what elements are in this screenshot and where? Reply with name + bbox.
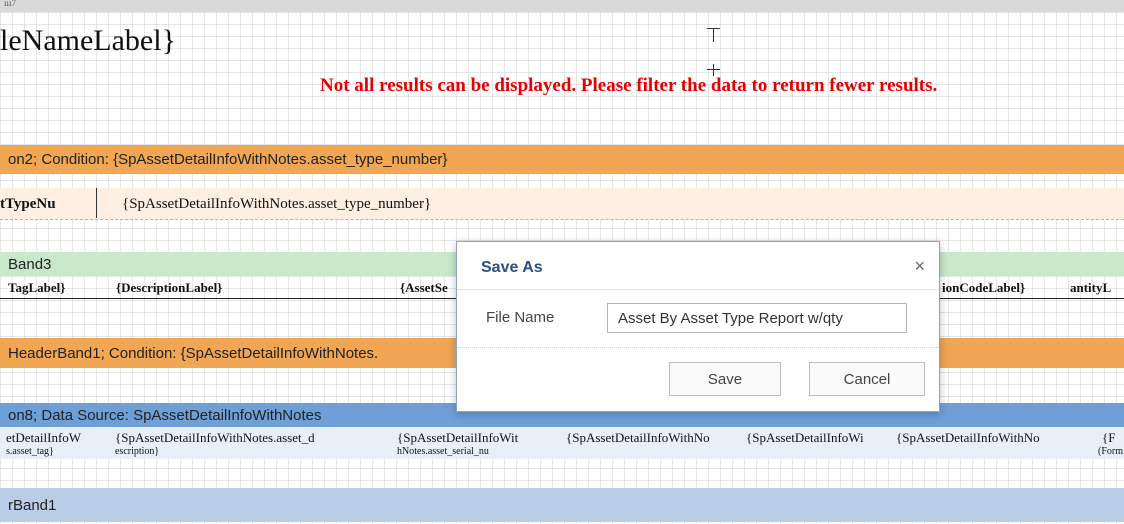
data-cell[interactable]: {SpAssetDetailInfoWi (746, 430, 894, 446)
dialog-title: Save As (481, 259, 543, 276)
file-name-input[interactable] (607, 303, 907, 333)
text-cursor-marker-bar (707, 69, 720, 70)
column-header[interactable]: ionCodeLabel} (942, 280, 1052, 296)
column-header[interactable]: {DescriptionLabel} (116, 280, 376, 296)
data-cell-sub: (Form (1098, 446, 1123, 457)
band-label: on2; Condition: {SpAssetDetailInfoWithNo… (8, 151, 448, 168)
band-label: rBand1 (8, 496, 57, 514)
band-label: Band3 (8, 255, 52, 273)
dialog-divider (457, 289, 939, 290)
results-warning: Not all results can be displayed. Please… (320, 75, 938, 96)
group-row-value[interactable]: {SpAssetDetailInfoWithNotes.asset_type_n… (122, 196, 431, 213)
report-ruler-bar: ııı7 (0, 0, 1124, 12)
band-label: on8; Data Source: SpAssetDetailInfoWithN… (8, 406, 322, 424)
data-cell[interactable]: etDetailInfoW (6, 430, 110, 446)
data-cell[interactable]: {SpAssetDetailInfoWithNo (566, 430, 748, 446)
group-row-label[interactable]: tTypeNu (0, 196, 56, 213)
data-cell[interactable]: {SpAssetDetailInfoWithNotes.asset_d (115, 430, 385, 446)
data-cell[interactable]: {SpAssetDetailInfoWithNo (896, 430, 1072, 446)
column-header[interactable]: TagLabel} (8, 280, 108, 296)
band-divider (0, 219, 1124, 220)
close-icon[interactable]: × (914, 256, 925, 277)
save-as-dialog[interactable]: Save As × File Name Save Cancel (456, 241, 940, 412)
cell-border (96, 188, 97, 218)
band-label: HeaderBand1; Condition: {SpAssetDetailIn… (8, 344, 379, 362)
ruler-label: ııı7 (4, 0, 17, 8)
data-cell-sub: s.asset_tag} (6, 446, 54, 457)
data-cell[interactable]: {F (1102, 430, 1124, 446)
save-button[interactable]: Save (669, 362, 781, 396)
group-header-band-2[interactable]: on2; Condition: {SpAssetDetailInfoWithNo… (0, 145, 1124, 174)
data-cell-sub: hNotes.asset_serial_nu (397, 446, 489, 457)
cancel-button[interactable]: Cancel (809, 362, 925, 396)
footer-band-1[interactable]: rBand1 (0, 488, 1124, 522)
column-header[interactable]: {AssetSe (400, 280, 456, 296)
file-name-label: File Name (486, 309, 555, 326)
data-cell[interactable]: {SpAssetDetailInfoWit (397, 430, 557, 446)
dialog-divider (457, 347, 939, 348)
text-cursor-marker (713, 28, 714, 42)
report-title-label: leNameLabel} (0, 24, 176, 57)
data-cell-sub: escription} (115, 446, 160, 457)
column-header[interactable]: antityL (1070, 280, 1124, 296)
text-cursor-marker-top (707, 28, 720, 29)
